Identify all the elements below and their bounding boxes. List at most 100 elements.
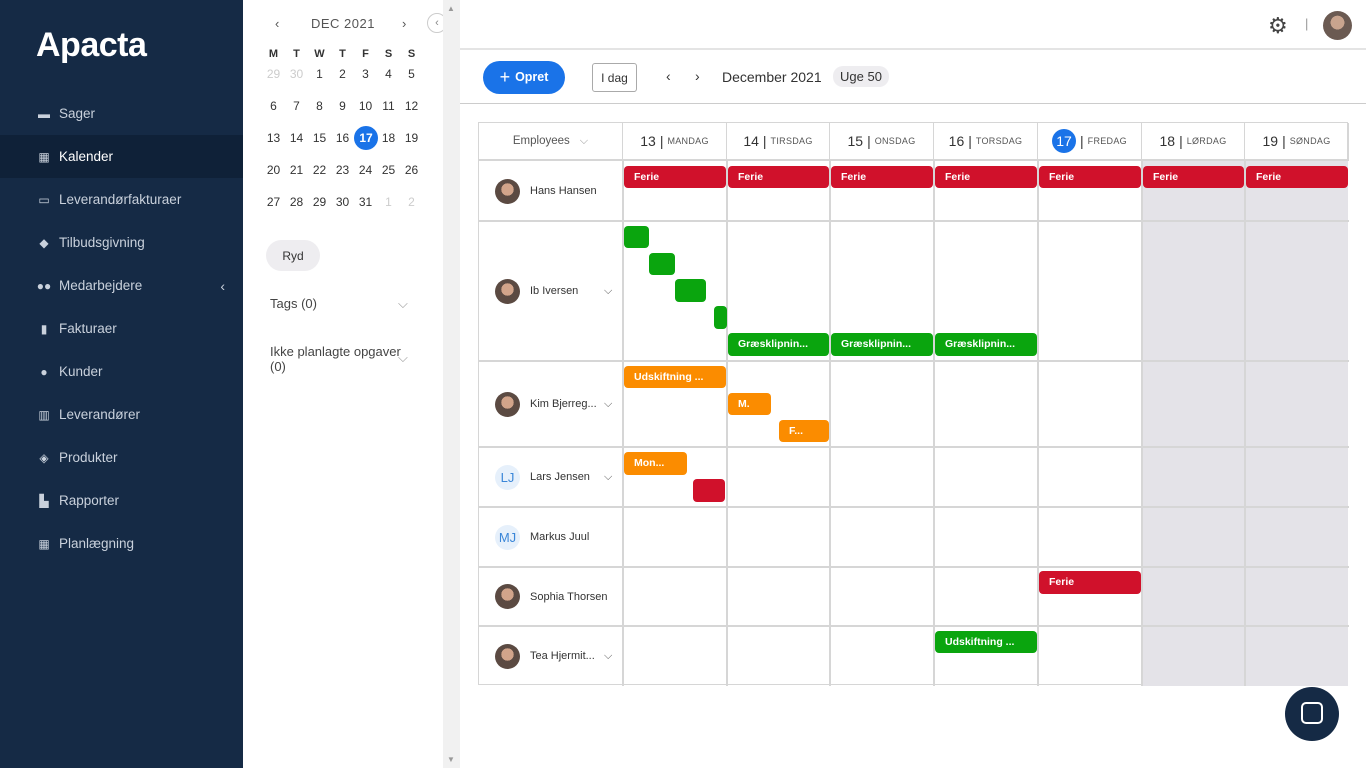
day-cell[interactable]: 9 <box>331 98 354 130</box>
day-cell[interactable]: 7 <box>285 98 308 130</box>
sidebar-item-tilbudsgivning[interactable]: ◆ Tilbudsgivning <box>0 221 243 264</box>
sidebar-item-kunder[interactable]: ● Kunder <box>0 350 243 393</box>
user-avatar[interactable] <box>1323 11 1352 40</box>
sidebar-item-leverandorer[interactable]: ▥ Leverandører <box>0 393 243 436</box>
calendar-event[interactable]: Græsklipnin... <box>935 333 1037 356</box>
chevron-down-icon[interactable]: ⌵ <box>604 650 612 663</box>
day-cell[interactable]: 3 <box>354 66 377 98</box>
sidebar-item-sager[interactable]: ▬ Sager <box>0 92 243 135</box>
day-cell[interactable]: 5 <box>400 66 423 98</box>
calendar-event[interactable]: Udskiftning ... <box>624 366 726 388</box>
day-cell[interactable]: 17 <box>354 126 378 162</box>
calendar-event[interactable]: M. <box>728 393 771 415</box>
day-header[interactable]: 17 | FREDAG <box>1038 123 1142 161</box>
day-header[interactable]: 18 | LØRDAG <box>1142 123 1245 161</box>
calendar-event[interactable]: Udskiftning ... <box>935 631 1037 653</box>
chat-button[interactable] <box>1285 687 1339 741</box>
chevron-down-icon[interactable]: ⌵ <box>604 285 612 298</box>
sidebar-item-leverandorfakturaer[interactable]: ▭ Leverandørfakturaer <box>0 178 243 221</box>
day-cell[interactable]: 26 <box>400 162 423 194</box>
day-cell[interactable]: 18 <box>377 130 400 162</box>
employee-row-header[interactable]: Kim Bjerreg... ⌵ <box>479 361 622 447</box>
day-cell[interactable]: 6 <box>262 98 285 130</box>
day-cell[interactable]: 20 <box>262 162 285 194</box>
calendar-event[interactable] <box>693 479 725 502</box>
calendar-event[interactable]: Ferie <box>624 166 726 188</box>
calendar-event[interactable] <box>624 226 649 248</box>
day-header[interactable]: 19 | SØNDAG <box>1245 123 1349 161</box>
prev-week-button[interactable]: ‹ <box>666 68 671 84</box>
day-header[interactable]: 13 | MANDAG <box>623 123 727 161</box>
scroll-up-icon[interactable]: ▲ <box>447 4 455 13</box>
employee-row-header[interactable]: LJ Lars Jensen ⌵ <box>479 447 622 507</box>
employee-row-header[interactable]: Ib Iversen ⌵ <box>479 221 622 361</box>
prev-month-button[interactable]: ‹ <box>275 16 279 31</box>
calendar-event[interactable]: Ferie <box>1039 571 1141 594</box>
day-cell[interactable]: 11 <box>377 98 400 130</box>
day-cell[interactable]: 24 <box>354 162 377 194</box>
day-cell[interactable]: 22 <box>308 162 331 194</box>
day-header[interactable]: 16 | TORSDAG <box>934 123 1038 161</box>
chevron-down-icon[interactable]: ⌵ <box>604 398 612 411</box>
day-cell[interactable]: 28 <box>285 194 308 226</box>
create-button[interactable]: + Opret <box>483 61 565 94</box>
calendar-event[interactable] <box>675 279 706 302</box>
calendar-event[interactable]: Mon... <box>624 452 687 475</box>
sidebar-item-kalender[interactable]: ▦ Kalender <box>0 135 243 178</box>
calendar-event[interactable] <box>649 253 675 275</box>
day-cell[interactable]: 1 <box>308 66 331 98</box>
day-cell[interactable]: 2 <box>400 194 423 226</box>
day-cell[interactable]: 15 <box>308 130 331 162</box>
sidebar-item-medarbejdere[interactable]: ●● Medarbejdere ‹ <box>0 264 243 307</box>
calendar-event[interactable]: Ferie <box>831 166 933 188</box>
day-cell[interactable]: 21 <box>285 162 308 194</box>
sidebar-item-planlaegning[interactable]: ▦ Planlægning <box>0 522 243 565</box>
calendar-event[interactable]: Ferie <box>728 166 829 188</box>
unplanned-tasks-filter[interactable]: Ikke planlagte opgaver (0) ⌵ <box>270 344 415 374</box>
day-cell[interactable]: 13 <box>262 130 285 162</box>
next-month-button[interactable]: › <box>402 16 406 31</box>
today-button[interactable]: I dag <box>592 63 637 92</box>
chevron-down-icon[interactable]: ⌵ <box>604 471 612 484</box>
clear-button[interactable]: Ryd <box>266 240 320 271</box>
employees-filter[interactable]: Employees ⌵ <box>479 123 623 161</box>
day-cell[interactable]: 27 <box>262 194 285 226</box>
calendar-event[interactable]: Ferie <box>1143 166 1244 188</box>
calendar-event[interactable]: Græsklipnin... <box>728 333 829 356</box>
calendar-event[interactable]: Ferie <box>935 166 1037 188</box>
apacta-logo[interactable]: Apacta <box>36 26 147 65</box>
tags-filter[interactable]: Tags (0) ⌵ <box>270 296 415 311</box>
day-cell[interactable]: 4 <box>377 66 400 98</box>
employee-row-header[interactable]: MJ Markus Juul <box>479 507 622 567</box>
calendar-event[interactable]: F... <box>779 420 829 442</box>
day-cell[interactable]: 31 <box>354 194 377 226</box>
day-cell[interactable]: 1 <box>377 194 400 226</box>
sidebar-item-fakturaer[interactable]: ▮ Fakturaer <box>0 307 243 350</box>
calendar-event[interactable]: Græsklipnin... <box>831 333 933 356</box>
day-cell[interactable]: 25 <box>377 162 400 194</box>
day-cell[interactable]: 29 <box>262 66 285 98</box>
day-cell[interactable]: 23 <box>331 162 354 194</box>
day-cell[interactable]: 19 <box>400 130 423 162</box>
selected-day[interactable]: 17 <box>354 126 378 150</box>
calendar-event[interactable]: Ferie <box>1039 166 1141 188</box>
scroll-down-icon[interactable]: ▼ <box>447 755 455 764</box>
day-cell[interactable]: 8 <box>308 98 331 130</box>
gear-icon[interactable]: ⚙ <box>1268 13 1288 39</box>
day-cell[interactable]: 14 <box>285 130 308 162</box>
employee-row-header[interactable]: Hans Hansen <box>479 161 622 221</box>
employee-row-header[interactable]: Tea Hjermit... ⌵ <box>479 626 622 686</box>
day-cell[interactable]: 2 <box>331 66 354 98</box>
day-header[interactable]: 15 | ONSDAG <box>830 123 934 161</box>
day-header[interactable]: 14 | TIRSDAG <box>727 123 830 161</box>
day-cell[interactable]: 30 <box>285 66 308 98</box>
day-cell[interactable]: 12 <box>400 98 423 130</box>
sidebar-item-rapporter[interactable]: ▙ Rapporter <box>0 479 243 522</box>
next-week-button[interactable]: › <box>695 68 700 84</box>
employee-row-header[interactable]: Sophia Thorsen <box>479 567 622 626</box>
sidebar-item-produkter[interactable]: ◈ Produkter <box>0 436 243 479</box>
calendar-event[interactable] <box>714 306 727 329</box>
day-cell[interactable]: 29 <box>308 194 331 226</box>
scrollbar[interactable]: ▲ ▼ <box>443 0 460 768</box>
day-cell[interactable]: 16 <box>331 130 354 162</box>
